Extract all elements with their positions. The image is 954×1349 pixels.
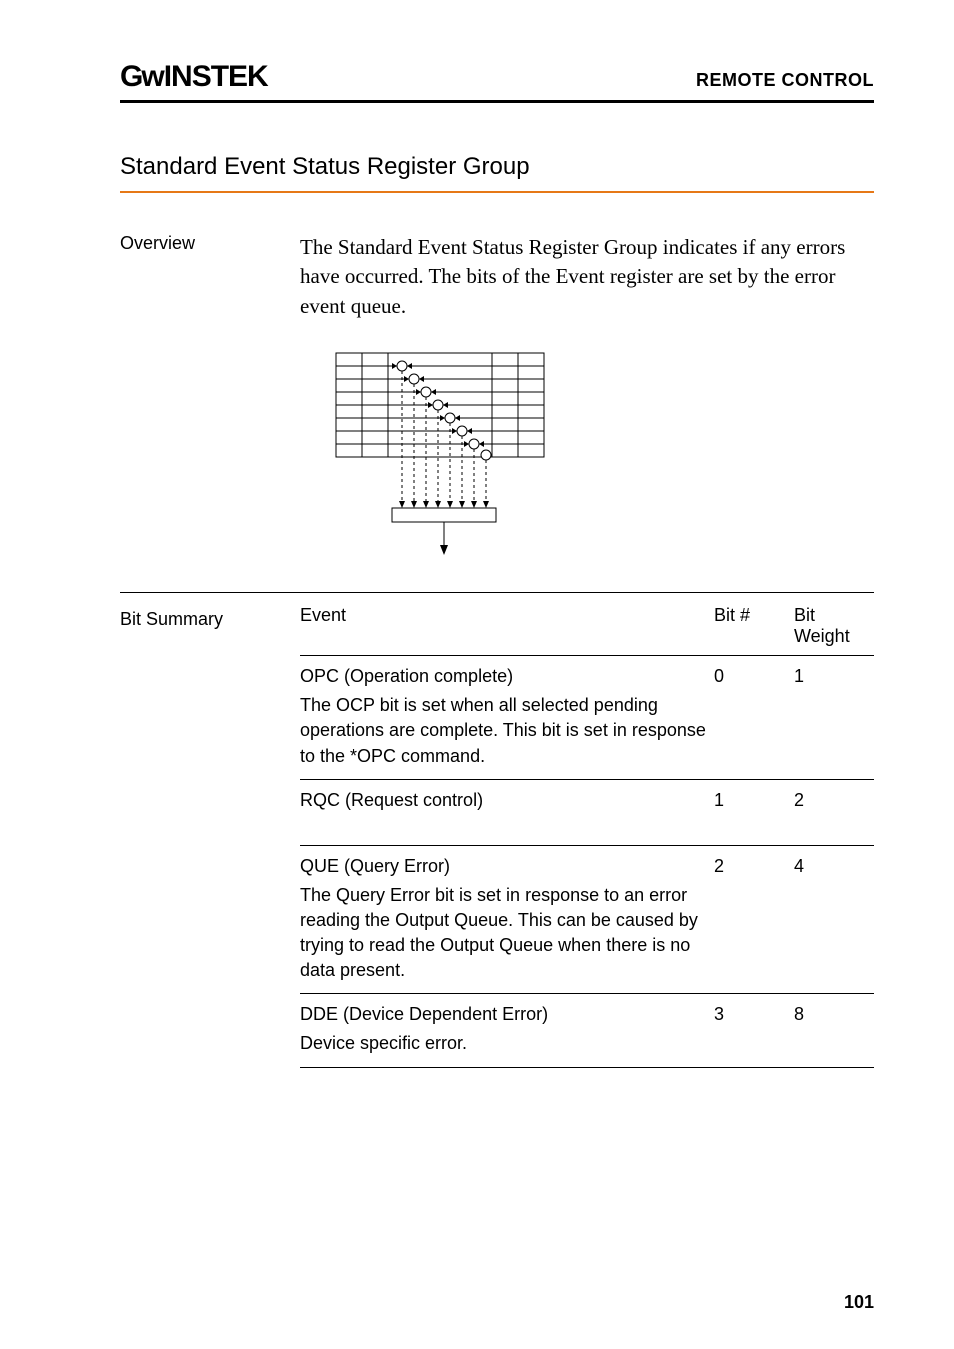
weight-cell: 2 (794, 790, 874, 817)
bit-summary-table: Bit Summary Event Bit # Bit Weight OPC (… (120, 592, 874, 1068)
event-desc: Device specific error. (300, 1031, 714, 1056)
brand-logo: GᴡINSTEK (120, 60, 268, 94)
overview-label: Overview (120, 233, 300, 321)
overview-text: The Standard Event Status Register Group… (300, 233, 874, 321)
event-name: OPC (Operation complete) (300, 666, 714, 687)
bitnum-cell: 3 (714, 1004, 794, 1056)
event-name: QUE (Query Error) (300, 856, 714, 877)
logo-prefix: G (120, 60, 141, 93)
event-desc: The Query Error bit is set in response t… (300, 883, 714, 984)
bitnum-cell: 2 (714, 856, 794, 984)
event-cell: RQC (Request control) (300, 790, 714, 817)
table-header-row: Event Bit # Bit Weight (300, 593, 874, 656)
header-event: Event (300, 605, 714, 647)
section-title: Standard Event Status Register Group (120, 153, 874, 193)
table-row: DDE (Device Dependent Error) Device spec… (300, 994, 874, 1067)
event-cell: DDE (Device Dependent Error) Device spec… (300, 1004, 714, 1056)
logo-rest: INSTEK (164, 60, 268, 93)
table-row: RQC (Request control) 1 2 (300, 780, 874, 846)
bit-summary-content: Event Bit # Bit Weight OPC (Operation co… (300, 593, 874, 1068)
event-cell: OPC (Operation complete) The OCP bit is … (300, 666, 714, 769)
overview-row: Overview The Standard Event Status Regis… (120, 233, 874, 321)
page-header: GᴡINSTEK REMOTE CONTROL (120, 60, 874, 103)
header-bitnum: Bit # (714, 605, 794, 647)
table-row: QUE (Query Error) The Query Error bit is… (300, 846, 874, 995)
bit-summary-label: Bit Summary (120, 593, 300, 1068)
weight-cell: 8 (794, 1004, 874, 1056)
table-row: OPC (Operation complete) The OCP bit is … (300, 656, 874, 780)
event-name: RQC (Request control) (300, 790, 714, 811)
page-number: 101 (844, 1292, 874, 1313)
bitnum-cell: 0 (714, 666, 794, 769)
header-section-name: REMOTE CONTROL (696, 70, 874, 91)
event-name: DDE (Device Dependent Error) (300, 1004, 714, 1025)
header-weight: Bit Weight (794, 605, 874, 647)
weight-cell: 4 (794, 856, 874, 984)
event-cell: QUE (Query Error) The Query Error bit is… (300, 856, 714, 984)
event-desc: The OCP bit is set when all selected pen… (300, 693, 714, 769)
weight-cell: 1 (794, 666, 874, 769)
logo-u: ᴡ (141, 60, 163, 93)
bitnum-cell: 1 (714, 790, 794, 817)
register-diagram-svg (300, 345, 580, 570)
register-diagram (300, 345, 874, 570)
